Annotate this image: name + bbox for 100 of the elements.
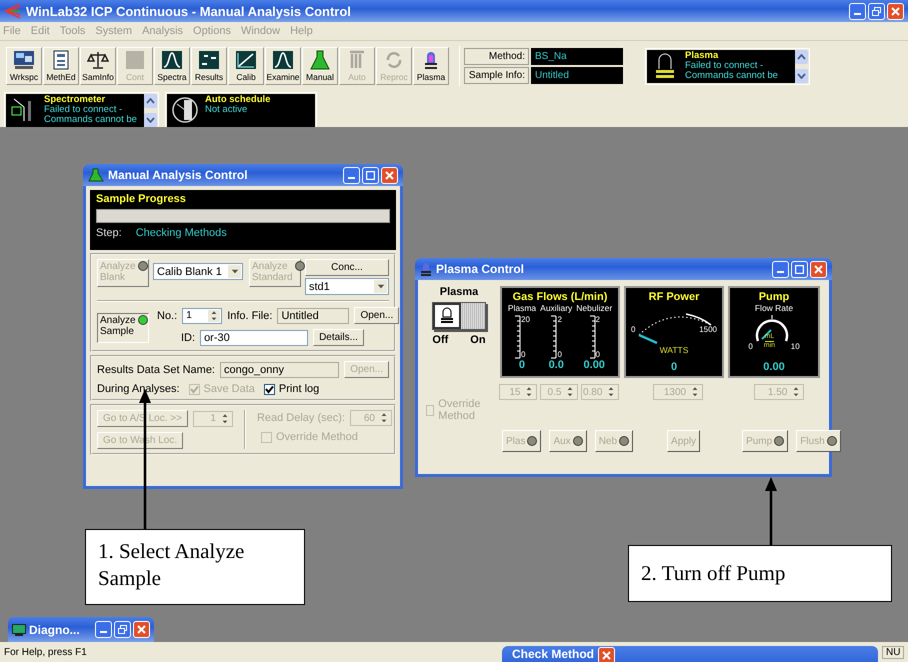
control-button[interactable]: Pump [742,430,788,452]
checkbox-label: Print log [278,383,320,395]
close-button[interactable] [598,647,616,662]
status-message: Not active [205,105,248,115]
scale-label: 0 [748,342,753,351]
close-button[interactable] [810,260,827,278]
toggle-switch[interactable] [432,302,486,330]
minimize-button[interactable] [95,621,112,638]
menu-item[interactable]: System [95,25,132,37]
caret-up-icon [222,414,228,418]
spin-field[interactable]: 1300 [653,384,704,400]
control-button[interactable]: Neb [594,430,634,452]
id-field[interactable]: or-30 [200,330,308,346]
power-reading: 0 [670,361,678,373]
panel-title: Plasma [685,50,720,60]
restore-icon [118,625,127,634]
toolbar-button[interactable]: Examine [265,47,301,85]
maximize-button[interactable] [362,166,379,184]
control-button[interactable]: Flush [796,430,841,452]
minimize-icon [854,12,861,14]
menu-item[interactable]: File [3,25,21,37]
spin-field[interactable]: 1 [192,410,233,426]
toolbar-button[interactable]: Calib [228,47,264,85]
caret-down-icon [376,284,384,289]
peak-icon [272,50,294,70]
callout-note: 1. Select Analyze Sample [85,529,305,605]
callout-arrow [765,477,777,545]
toolbar-button[interactable]: MethEd [43,47,79,85]
scroll-down-button[interactable] [144,113,157,127]
spin-field[interactable]: 1.50 [754,384,804,400]
maximize-icon [795,264,804,274]
lamp-icon [439,307,455,325]
toolbar-button[interactable]: Plasma [413,47,449,85]
menu-item[interactable]: Options [193,25,231,37]
balance-icon [87,50,109,70]
field-label: Sample Info: [464,67,529,84]
calib-icon [235,50,257,70]
maximize-button[interactable] [791,260,808,278]
caret-down-icon [211,316,218,320]
scroll-up-button[interactable] [795,50,808,64]
step-value: Checking Methods [136,227,227,239]
status-indicator: NU [882,646,904,658]
panel-title: Gas Flows (L/min) [512,291,608,303]
toolbar-button[interactable]: Wrkspc [6,47,42,85]
maximize-icon [366,170,375,180]
open-button[interactable]: Open... [344,361,389,378]
checkbox-label: Override Method [438,398,482,422]
spin-field[interactable]: 60 [350,410,392,426]
control-button[interactable]: Aux [549,430,587,452]
panel-title: RF Power [648,291,700,303]
field-label: Read Delay (sec): [256,412,345,424]
gauge-reading: 0.0 [548,359,564,371]
menu-item[interactable]: Edit [30,25,50,37]
menu-item[interactable]: Analysis [142,25,184,37]
details-button[interactable]: Details... [313,329,364,346]
restore-icon [872,6,881,16]
toolbar-button[interactable]: Results [191,47,227,85]
panel-title: Sample Progress [96,193,187,205]
toolbar-button[interactable]: SamInfo [80,47,116,85]
dial-gauge [754,313,790,343]
menu-item[interactable]: Tools [60,25,86,37]
toolbar-button[interactable]: Spectra [154,47,190,85]
scroll-up-button[interactable] [144,94,157,108]
caret-up-icon [211,310,218,314]
checkbox-label: Save Data [204,383,255,395]
caret-up-icon [797,54,806,60]
spin-field[interactable]: 0.5 [540,384,578,400]
toolbar-button[interactable]: Manual [302,47,338,85]
scroll-down-button[interactable] [795,68,808,82]
gauge-label: Plasma [508,303,536,313]
open-button[interactable]: Open... [354,307,400,324]
minimize-icon [348,176,355,178]
minimize-button[interactable] [343,166,360,184]
spin-field[interactable]: 15 [499,384,538,400]
field-label: Info. File: [227,310,272,322]
window-title: Plasma Control [436,262,524,276]
analyze-sample-button[interactable]: Analyze Sample [97,313,149,343]
menu-item[interactable]: Window [240,25,280,37]
checkbox[interactable] [264,384,275,394]
flask-icon [309,50,331,70]
window-title: Check Method [512,647,594,661]
switch-label: On [470,334,486,346]
close-button[interactable] [133,621,150,638]
control-button[interactable]: Plas [502,430,542,452]
spin-field[interactable]: 0.80 [581,384,620,400]
maximize-button[interactable] [114,621,131,638]
scale-label: 0 [557,350,562,359]
minimize-button[interactable] [772,260,789,278]
flask-icon [88,168,104,182]
maximize-button[interactable] [868,2,885,20]
spin-field[interactable]: 1 [182,308,222,324]
panel-title: Spectrometer [44,95,106,105]
apply-button[interactable]: Apply [667,430,700,452]
close-button[interactable] [381,166,398,184]
clock-icon [171,95,199,125]
status-message: Commands cannot be [685,70,778,80]
caret-down-icon [230,269,238,274]
minimize-button[interactable] [849,2,866,20]
close-button[interactable] [887,2,904,20]
menu-item[interactable]: Help [290,25,313,37]
